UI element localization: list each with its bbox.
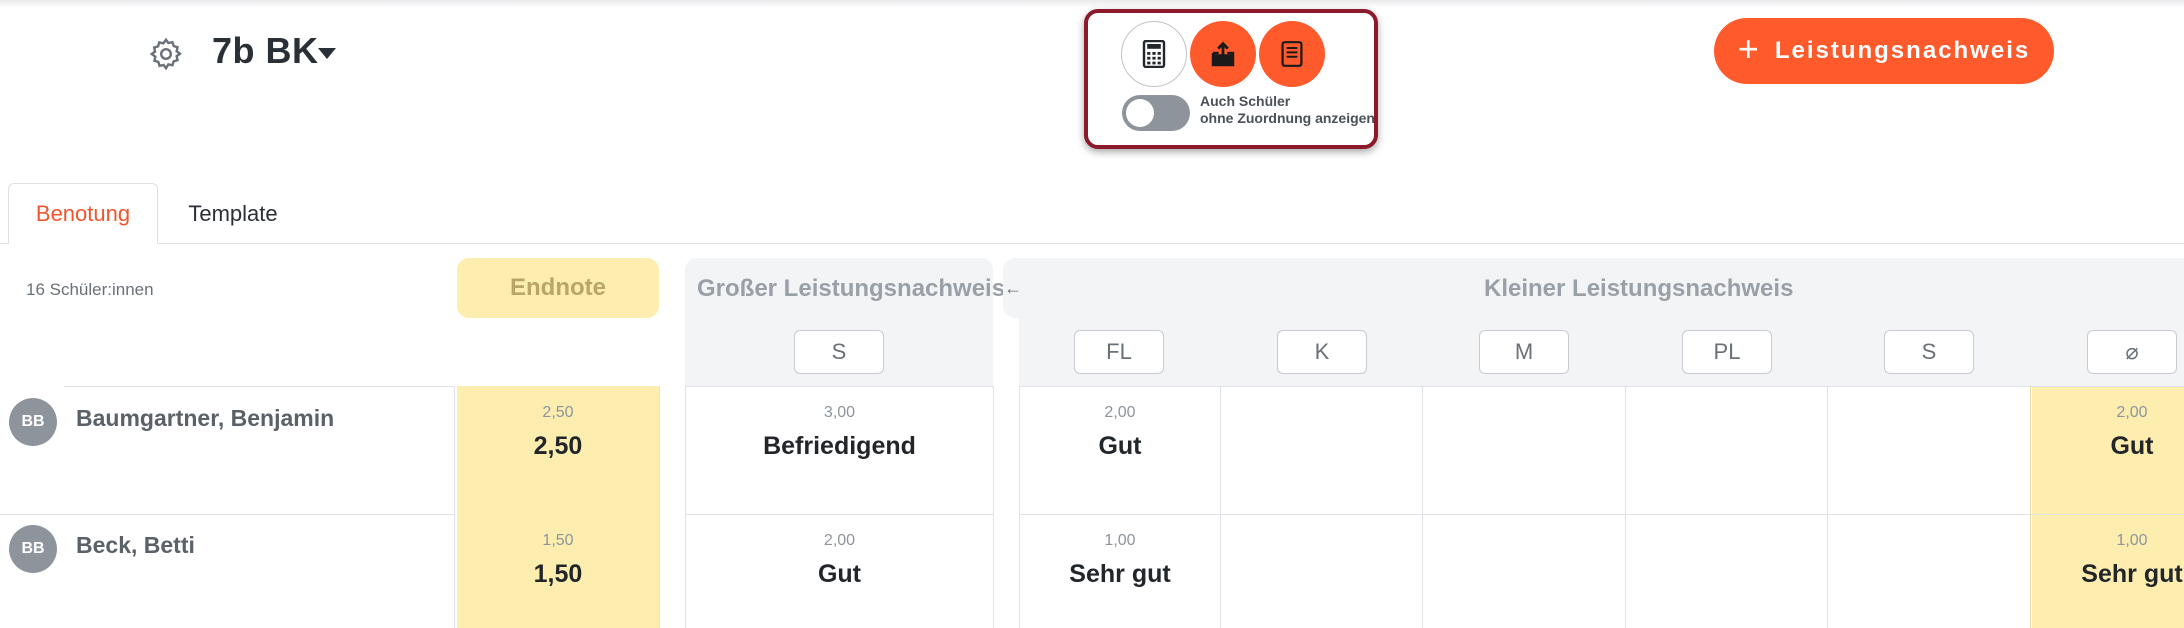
grade-number: 3,00 <box>823 404 856 421</box>
column-chip-k[interactable]: K <box>1277 330 1367 374</box>
avatar: BB <box>9 525 57 573</box>
toolbar-panel: Auch Schüler ohne Zuordnung anzeigen <box>1084 9 1378 149</box>
tab-template[interactable]: Template <box>158 183 308 244</box>
grade-label: Sehr gut <box>1069 560 1171 588</box>
grade-label: 2,50 <box>533 432 583 460</box>
average-cell[interactable]: 1,00 Sehr gut <box>2031 514 2184 628</box>
tabs-divider <box>0 243 2184 244</box>
grade-cell[interactable]: 2,00 Gut <box>1020 386 1220 514</box>
column-divider <box>1827 386 1828 628</box>
endnote-header[interactable]: Endnote <box>457 258 659 318</box>
toggle-label: Auch Schüler ohne Zuordnung anzeigen <box>1200 93 1375 127</box>
plus-icon: + <box>1737 28 1761 69</box>
student-count: 16 Schüler:innen <box>26 280 154 299</box>
add-assessment-label: Leistungsnachweis <box>1774 37 2031 64</box>
grade-label: Befriedigend <box>763 432 916 460</box>
group-large-title[interactable]: Großer Leistungsnachweis <box>697 275 1005 303</box>
show-unassigned-toggle[interactable] <box>1122 95 1190 131</box>
average-cell[interactable]: 2,00 Gut <box>2031 386 2184 514</box>
endnote-cell[interactable]: 1,50 1,50 <box>457 514 659 628</box>
student-name[interactable]: Beck, Betti <box>76 532 195 559</box>
row-divider <box>64 386 455 387</box>
export-icon <box>1211 41 1235 67</box>
column-divider <box>454 386 455 628</box>
grade-number: 2,50 <box>542 404 574 421</box>
toggle-label-line1: Auch Schüler <box>1200 93 1291 109</box>
avatar: BB <box>9 398 57 446</box>
column-chip-large-s[interactable]: S <box>794 330 884 374</box>
class-title[interactable]: 7b BK <box>212 30 319 72</box>
column-divider <box>1625 386 1626 628</box>
grade-cell[interactable]: 1,00 Sehr gut <box>1020 514 1220 628</box>
column-divider <box>659 386 660 628</box>
grade-number: 1,00 <box>2116 532 2148 549</box>
column-divider <box>993 386 994 628</box>
gear-icon[interactable] <box>148 36 184 72</box>
grade-number: 2,00 <box>823 532 856 549</box>
grade-cell[interactable]: 3,00 Befriedigend <box>686 386 993 514</box>
column-chip-fl[interactable]: FL <box>1074 330 1164 374</box>
tab-benotung[interactable]: Benotung <box>8 183 158 244</box>
column-chip-m[interactable]: M <box>1479 330 1569 374</box>
grade-number: 2,00 <box>1104 404 1136 421</box>
grade-number: 2,00 <box>2116 404 2148 421</box>
grade-label: 1,50 <box>533 560 583 588</box>
endnote-cell[interactable]: 2,50 2,50 <box>457 386 659 514</box>
grade-label: Gut <box>1098 432 1142 460</box>
column-chip-average[interactable]: ⌀ <box>2087 330 2177 374</box>
grade-number: 1,50 <box>542 532 574 549</box>
column-divider <box>1422 386 1423 628</box>
report-icon <box>1281 41 1303 67</box>
grade-label: Gut <box>2110 432 2154 460</box>
column-chip-pl[interactable]: PL <box>1682 330 1772 374</box>
grade-cell[interactable]: 2,00 Gut <box>686 514 993 628</box>
calculator-button[interactable] <box>1121 21 1187 87</box>
report-button[interactable] <box>1259 21 1325 87</box>
calculator-icon <box>1142 40 1166 68</box>
grade-number: 1,00 <box>1104 532 1136 549</box>
top-shadow <box>0 0 2184 8</box>
arrow-left-icon[interactable]: ← <box>1004 278 1022 299</box>
group-small-title[interactable]: Kleiner Leistungsnachweis <box>1484 275 1793 303</box>
caret-down-icon[interactable] <box>318 48 336 59</box>
student-name[interactable]: Baumgartner, Benjamin <box>76 405 334 432</box>
toggle-label-line2: ohne Zuordnung anzeigen <box>1200 110 1375 126</box>
grade-label: Sehr gut <box>2081 560 2183 588</box>
group-small-subheader-bg <box>1019 318 2184 386</box>
export-button[interactable] <box>1190 21 1256 87</box>
column-chip-small-s[interactable]: S <box>1884 330 1974 374</box>
column-divider <box>1220 386 1221 628</box>
toggle-knob <box>1126 99 1154 127</box>
row-divider <box>0 514 455 515</box>
grade-label: Gut <box>817 560 862 588</box>
add-assessment-button[interactable]: + Leistungsnachweis <box>1714 18 2054 84</box>
